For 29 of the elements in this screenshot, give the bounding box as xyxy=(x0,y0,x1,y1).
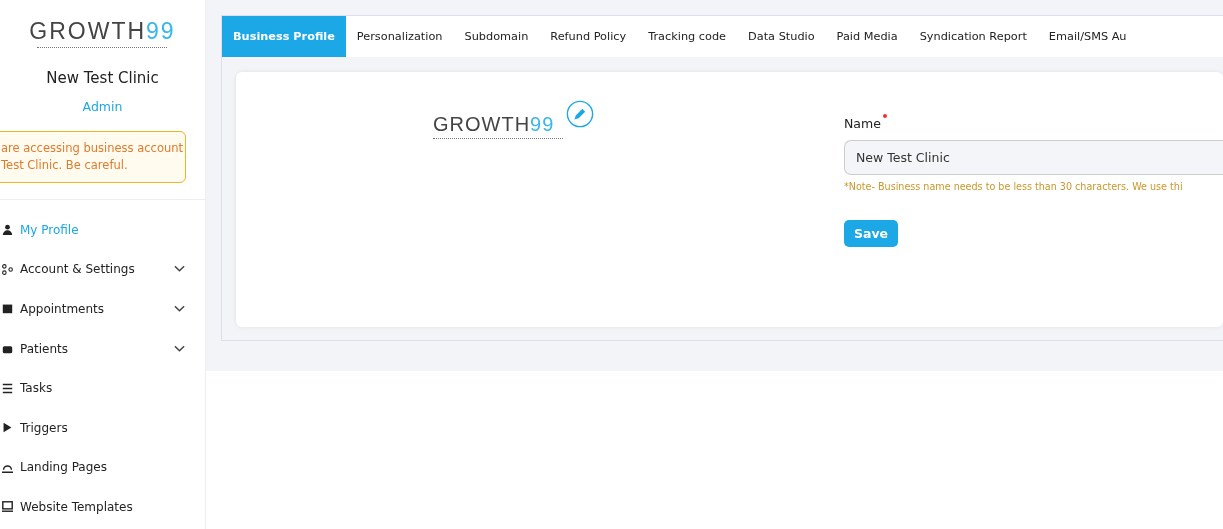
warning-banner: are accessing business account Test Clinic. Be careful. xyxy=(0,131,186,183)
arrow-icon xyxy=(2,422,13,434)
tab[interactable]: Data Studio xyxy=(737,16,826,57)
share-icon xyxy=(2,263,13,275)
tab[interactable]: Tracking code xyxy=(637,16,738,57)
sidebar-item[interactable]: Landing Pages xyxy=(0,447,205,488)
role-label: Admin xyxy=(82,99,123,114)
monitor-icon xyxy=(2,501,13,513)
sidebar-item[interactable]: Account & Settings xyxy=(0,249,205,290)
business-logo: GROWTH99 xyxy=(433,114,563,140)
note-text: *Note- Business name needs to be less than 30 characters. We use thi xyxy=(844,181,1184,192)
sidebar-item[interactable]: Appointments xyxy=(0,289,205,329)
tab[interactable]: Paid Media xyxy=(825,16,909,57)
sidebar-item[interactable]: Patients xyxy=(0,328,205,369)
tab[interactable]: Personalization xyxy=(345,16,454,57)
tab[interactable]: Email/SMS Au xyxy=(1037,16,1138,57)
tab[interactable]: Refund Policy xyxy=(539,16,638,57)
logo: GROWTH99 xyxy=(29,20,176,49)
tab[interactable]: Syndication Report xyxy=(908,16,1038,57)
field-label: Name xyxy=(844,116,881,131)
user-icon xyxy=(2,224,13,236)
name-field[interactable]: New Test Clinic xyxy=(844,140,1223,175)
sidebar-item[interactable]: Triggers xyxy=(0,407,205,448)
business-name: New Test Clinic xyxy=(46,69,159,87)
list-icon xyxy=(2,382,13,394)
tab[interactable]: Subdomain xyxy=(453,16,540,57)
sidebar-item[interactable]: Website Templates xyxy=(0,487,205,527)
sidebar-item[interactable]: Tasks xyxy=(0,368,205,408)
edit-pencil-icon[interactable] xyxy=(566,100,594,128)
